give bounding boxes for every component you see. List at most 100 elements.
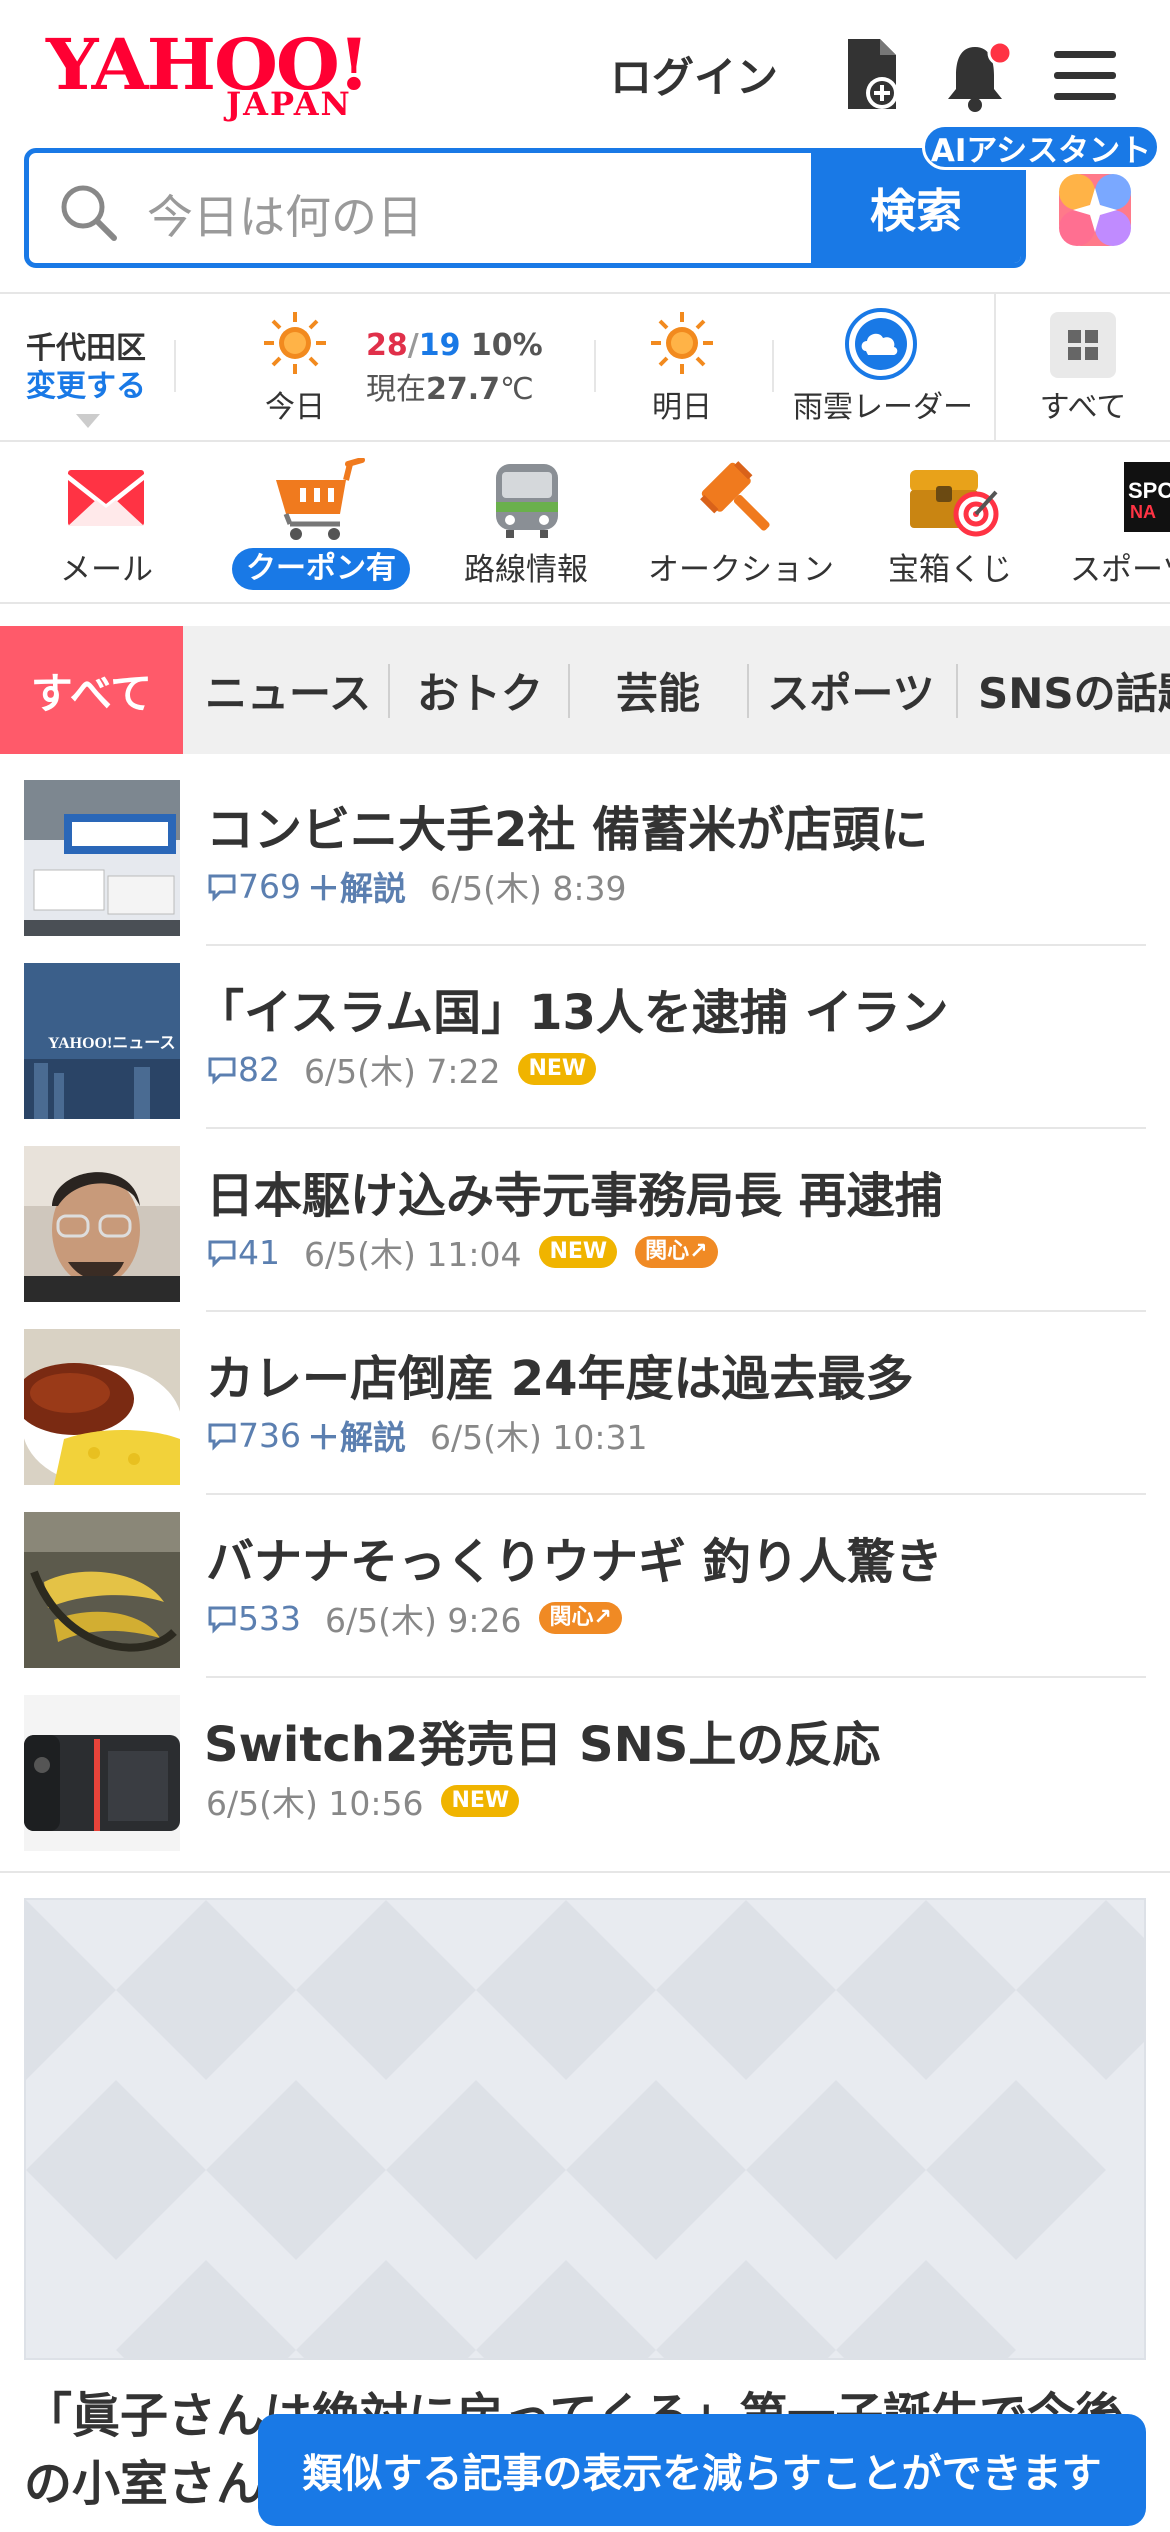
tab-entertainment[interactable]: 芸能 [570, 626, 746, 754]
plus-sign: ＋ [307, 869, 340, 908]
rain-radar-label[interactable]: 雨雲レーダー [788, 382, 978, 426]
news-thumbnail [24, 1329, 180, 1485]
new-badge: NEW [539, 1236, 618, 1268]
kaisetsu-label: 解説 [340, 869, 406, 908]
comment-count[interactable]: 82 [206, 1050, 280, 1089]
service-takarabako[interactable]: 宝箱くじ [888, 544, 1012, 589]
news-meta: 6/5(木) 10:56 NEW [206, 1777, 520, 1825]
service-mail[interactable]: メール [60, 544, 153, 589]
service-auction[interactable]: オークション [648, 544, 834, 589]
hamburger-menu-icon[interactable] [1050, 35, 1120, 115]
comment-count[interactable]: 736 [206, 1416, 301, 1455]
news-meta: 736 ＋解説 6/5(木) 10:31 [206, 1411, 647, 1459]
train-icon[interactable] [492, 460, 562, 540]
news-title[interactable]: 「イスラム国」13人を逮捕 イラン [196, 973, 949, 1043]
rain-radar-icon[interactable] [844, 307, 918, 381]
tab-divider [388, 664, 390, 718]
tab-sns[interactable]: SNSの話題 [960, 626, 1170, 754]
kanshin-label: 関心 [549, 1605, 594, 1630]
news-meta: 41 6/5(木) 11:04 NEW 関心↗ [206, 1228, 718, 1276]
news-title[interactable]: Switch2発売日 SNS上の反応 [204, 1705, 880, 1775]
ai-assistant-badge[interactable]: AIアシスタント [922, 124, 1160, 170]
sun-icon [262, 310, 328, 376]
news-title[interactable]: コンビニ大手2社 備蓄米が店頭に [206, 790, 928, 860]
comment-count-value: 82 [238, 1049, 280, 1089]
location-caret [76, 414, 100, 428]
news-item[interactable]: カレー店倒産 24年度は過去最多 736 ＋解説 6/5(木) 10:31 [0, 1311, 1170, 1495]
today-label: 今日 [265, 390, 325, 425]
tab-news[interactable]: ニュース [193, 626, 383, 754]
grid-icon[interactable] [1050, 312, 1116, 378]
comment-count[interactable]: 769 [206, 867, 301, 906]
ai-assistant-icon[interactable] [1055, 170, 1135, 250]
news-thumbnail: YAHOO!ニュース [24, 963, 180, 1119]
plus-sign: ＋ [307, 1418, 340, 1457]
comment-count-value: 769 [238, 866, 301, 906]
news-item[interactable]: 日本駆け込み寺元事務局長 再逮捕 41 6/5(木) 11:04 NEW 関心↗ [0, 1128, 1170, 1312]
tab-divider [747, 664, 749, 718]
news-item[interactable]: コンビニ大手2社 備蓄米が店頭に 769 ＋解説 6/5(木) 8:39 [0, 762, 1170, 946]
arrow-up-icon: ↗ [689, 1239, 708, 1264]
coupon-badge[interactable]: クーポン有 [232, 548, 410, 590]
kaisetsu-label: 解説 [340, 1418, 406, 1457]
comment-icon [208, 1057, 236, 1085]
news-date: 6/5(木) 7:22 [304, 1052, 501, 1091]
kaisetsu-link[interactable]: ＋解説 [307, 1411, 406, 1459]
divider [772, 340, 774, 392]
search-input[interactable]: 今日は何の日 [147, 181, 423, 247]
news-meta: 769 ＋解説 6/5(木) 8:39 [206, 862, 626, 910]
current-temp: 現在27.7℃ [366, 364, 534, 408]
comment-count-value: 41 [238, 1232, 280, 1272]
auction-hammer-icon[interactable] [694, 458, 784, 542]
kanshin-badge: 関心↗ [539, 1602, 622, 1634]
tab-sports[interactable]: スポーツ [750, 626, 952, 754]
add-document-icon[interactable] [838, 35, 908, 115]
news-item[interactable]: Switch2発売日 SNS上の反応 6/5(木) 10:56 NEW [0, 1677, 1170, 1860]
news-date: 6/5(木) 10:56 [206, 1784, 424, 1823]
tab-all[interactable]: すべて [0, 626, 183, 754]
service-sports[interactable]: スポーツ [1070, 544, 1170, 589]
news-title[interactable]: 日本駆け込み寺元事務局長 再逮捕 [206, 1156, 943, 1226]
kanshin-badge: 関心↗ [635, 1236, 718, 1268]
yahoo-japan-logo[interactable]: YAHOO! JAPAN [46, 30, 370, 124]
shopping-cart-icon[interactable] [270, 457, 366, 542]
current-prefix: 現在 [366, 372, 426, 407]
all-services-label[interactable]: すべて [1030, 382, 1136, 426]
login-link[interactable]: ログイン [610, 44, 778, 105]
change-location-link[interactable]: 変更する [26, 368, 146, 406]
tomorrow-label[interactable]: 明日 [640, 382, 724, 426]
news-thumbnail [24, 1146, 180, 1302]
svg-text:NA: NA [1130, 502, 1156, 522]
search-box[interactable]: 今日は何の日 検索 [24, 148, 1026, 268]
feature-image-placeholder[interactable] [24, 1898, 1146, 2360]
toast-message[interactable]: 類似する記事の表示を減らすことができます [258, 2414, 1146, 2526]
treasure-box-icon[interactable] [906, 456, 1002, 542]
bell-icon[interactable] [940, 35, 1013, 115]
tab-otoku[interactable]: おトク [393, 626, 567, 754]
kaisetsu-link[interactable]: ＋解説 [307, 862, 406, 910]
news-date: 6/5(木) 11:04 [304, 1235, 522, 1274]
news-date: 6/5(木) 10:31 [430, 1418, 648, 1457]
news-thumbnail [24, 1695, 180, 1851]
mail-icon[interactable] [66, 466, 146, 530]
logo-sub: JAPAN [226, 85, 352, 123]
news-item[interactable]: バナナそっくりウナギ 釣り人驚き 533 6/5(木) 9:26 関心↗ [0, 1494, 1170, 1678]
news-thumbnail [24, 780, 180, 936]
search-icon [59, 183, 119, 243]
service-train[interactable]: 路線情報 [464, 544, 588, 589]
sun-icon [649, 310, 715, 376]
news-thumbnail [24, 1512, 180, 1668]
location-name: 千代田区 [26, 331, 146, 366]
comment-count[interactable]: 533 [206, 1599, 301, 1638]
precip-chance: 10% [470, 328, 543, 363]
current-temp-unit: ℃ [500, 372, 534, 407]
news-title[interactable]: バナナそっくりウナギ 釣り人驚き [206, 1522, 943, 1592]
arrow-up-icon: ↗ [593, 1605, 612, 1630]
new-badge: NEW [518, 1053, 597, 1085]
sports-icon[interactable]: SPO NA [1124, 462, 1170, 532]
news-meta: 82 6/5(木) 7:22 NEW [206, 1045, 597, 1093]
news-title[interactable]: カレー店倒産 24年度は過去最多 [206, 1339, 914, 1409]
weather-location[interactable]: 千代田区 変更する [26, 330, 146, 406]
comment-count[interactable]: 41 [206, 1233, 280, 1272]
news-item[interactable]: YAHOO!ニュース 「イスラム国」13人を逮捕 イラン 82 6/5(木) 7… [0, 945, 1170, 1129]
